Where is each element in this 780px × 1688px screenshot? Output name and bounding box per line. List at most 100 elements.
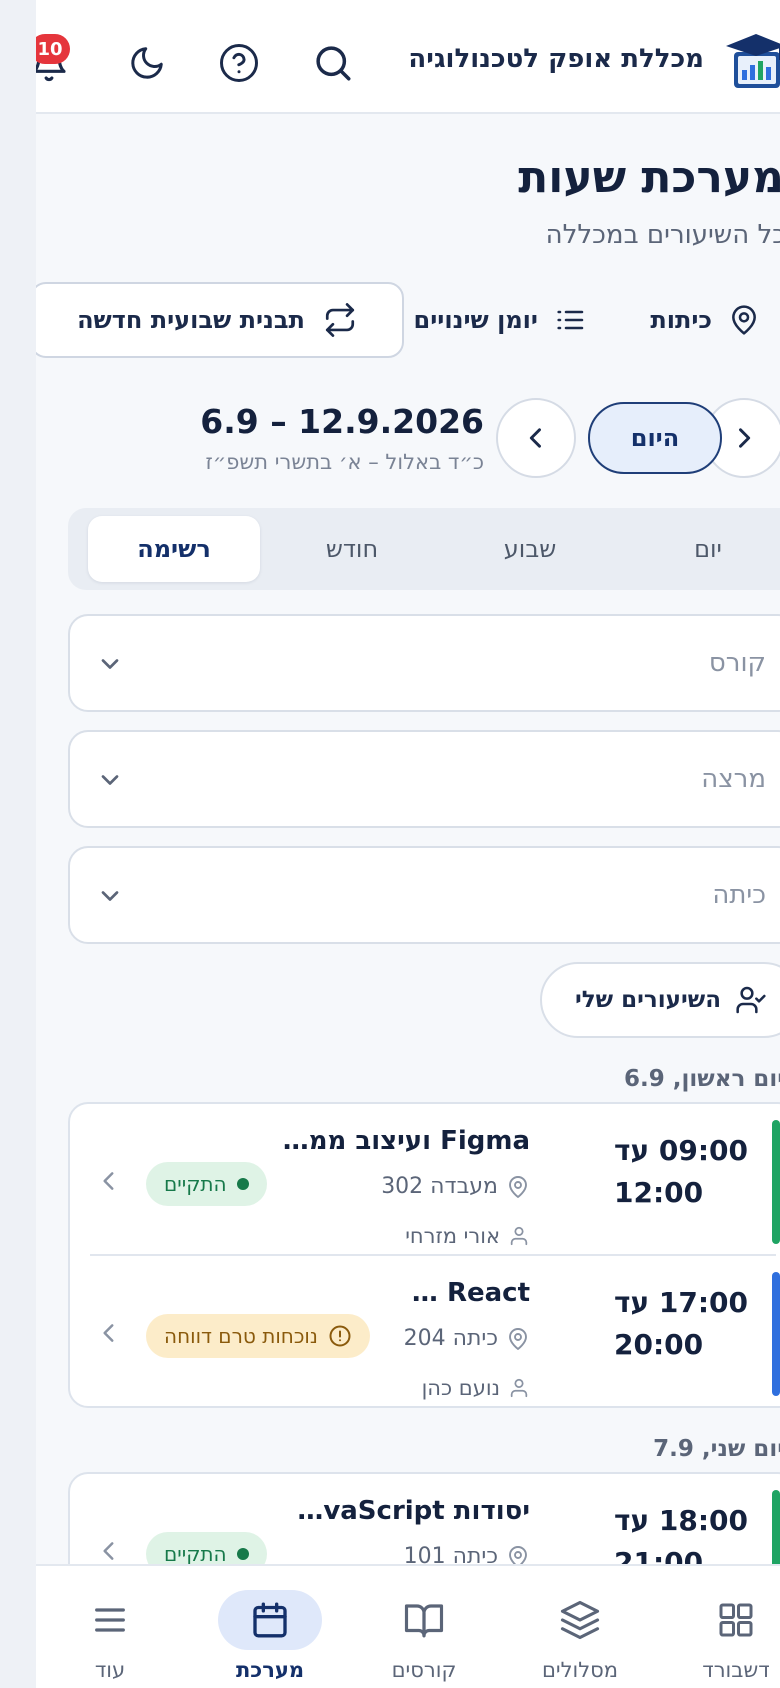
lesson-room: מעבדה 302 (381, 1174, 530, 1199)
next-week-button[interactable] (496, 398, 576, 478)
tab-week[interactable]: שבוע (444, 516, 616, 582)
help-icon (218, 42, 260, 84)
list-icon (554, 304, 586, 336)
left-gutter (0, 0, 36, 1688)
day-header: יום שני, 7.9 (653, 1436, 780, 1462)
lesson-title: יסודות vaScript… (297, 1496, 530, 1526)
nav-courses-label: קורסים (391, 1658, 457, 1682)
nav-more[interactable]: עוד (40, 1566, 180, 1688)
today-button[interactable]: היום (588, 402, 722, 474)
user-icon (508, 1225, 530, 1247)
lesson-time: 09:00 עד 12:00 (614, 1130, 748, 1214)
layers-icon (528, 1590, 632, 1650)
status-color-bar (772, 1120, 780, 1244)
lesson-lecturer-label: אורי מזרחי (405, 1224, 500, 1248)
college-logo[interactable] (724, 30, 780, 94)
rooms-label: כיתות (650, 306, 712, 334)
my-lessons-label: השיעורים שלי (575, 987, 721, 1013)
search-icon (312, 42, 354, 84)
lesson-row[interactable]: 17:00 עד 20:00 React … כיתה 204 נועם כהן (70, 1256, 780, 1406)
search-button[interactable] (306, 36, 360, 90)
lesson-row[interactable]: 09:00 עד 12:00 Figma ועיצוב ממ… מעבדה 30… (70, 1104, 780, 1254)
menu-icon (58, 1590, 162, 1650)
chevron-left-icon (96, 1538, 122, 1564)
notification-count-badge: 10 (36, 34, 70, 64)
lesson-end-time: 12:00 (614, 1176, 704, 1209)
lesson-start-time: 18:00 עד (614, 1504, 748, 1537)
rooms-link[interactable]: כיתות (650, 290, 760, 350)
brand-name: מכללת אופק לטכנולוגיה (408, 44, 704, 74)
calendar-icon (218, 1590, 322, 1650)
view-switcher: יום שבוע חודש רשימה (68, 508, 780, 590)
location-pin-icon (506, 1327, 530, 1351)
page-title: מערכת שעות (518, 152, 780, 203)
course-filter-placeholder: קורס (708, 648, 766, 678)
status-badge-label: התקיים (164, 1172, 227, 1196)
changelog-label: יומן שינויים (413, 306, 539, 334)
chevron-down-icon (96, 882, 124, 910)
user-check-icon (735, 984, 767, 1016)
app-screen: 10 מכללת אופק לטכנולוגיה מערכת שעות כל ה… (36, 0, 780, 1688)
hebrew-date-range: כ״ד באלול – א׳ בתשרי תשפ״ז (205, 450, 485, 474)
lesson-title: Figma ועיצוב ממ… (282, 1126, 530, 1156)
bottom-navigation: עוד מערכת קורסים מסלולים דשבורד (36, 1564, 780, 1688)
nav-tracks-label: מסלולים (541, 1658, 619, 1682)
lesson-time: 17:00 עד 20:00 (614, 1282, 748, 1366)
nav-dashboard-label: דשבורד (702, 1658, 770, 1682)
lesson-start-time: 17:00 עד (614, 1286, 748, 1319)
chevron-down-icon (96, 766, 124, 794)
room-filter-select[interactable]: כיתה (68, 846, 780, 944)
my-lessons-toggle[interactable]: השיעורים שלי (540, 962, 780, 1038)
room-filter-placeholder: כיתה (712, 880, 766, 910)
dashboard-grid-icon (684, 1590, 780, 1650)
top-header: 10 מכללת אופק לטכנולוגיה (36, 0, 780, 114)
lesson-lecturer: אורי מזרחי (405, 1224, 530, 1248)
nav-schedule-label: מערכת (235, 1658, 305, 1682)
lecturer-filter-placeholder: מרצה (701, 764, 766, 794)
course-filter-select[interactable]: קורס (68, 614, 780, 712)
lecturer-filter-select[interactable]: מרצה (68, 730, 780, 828)
page-subtitle: כל השיעורים במכללה (545, 220, 780, 250)
changelog-link[interactable]: יומן שינויים (414, 290, 587, 350)
chevron-down-icon (96, 650, 124, 678)
dark-mode-button[interactable] (120, 36, 174, 90)
book-open-icon (372, 1590, 476, 1650)
chevron-right-icon (730, 424, 758, 452)
nav-dashboard[interactable]: דשבורד (666, 1566, 780, 1688)
nav-courses[interactable]: קורסים (354, 1566, 494, 1688)
help-button[interactable] (212, 36, 266, 90)
dark-mode-moon-icon (128, 44, 166, 82)
lesson-start-time: 09:00 עד (614, 1134, 748, 1167)
location-pin-icon (506, 1175, 530, 1199)
lesson-lecturer-label: נועם כהן (421, 1376, 500, 1400)
lesson-room-label: כיתה 204 (403, 1326, 498, 1351)
status-badge: נוכחות טרם דווחה (146, 1314, 370, 1358)
day-header: יום ראשון, 6.9 (623, 1066, 780, 1092)
lesson-lecturer: נועם כהן (422, 1376, 530, 1400)
lesson-room: כיתה 204 (404, 1326, 530, 1351)
new-weekly-template-label: תבנית שבועית חדשה (77, 306, 305, 334)
status-dot-icon (236, 1178, 249, 1190)
date-range: 6.9 – 12.9.2026 (200, 402, 484, 441)
user-icon (508, 1377, 530, 1399)
alert-circle-icon (328, 1324, 352, 1348)
status-dot-icon (236, 1548, 249, 1560)
status-badge: התקיים (146, 1162, 267, 1206)
nav-schedule[interactable]: מערכת (200, 1566, 340, 1688)
status-badge-label: התקיים (164, 1542, 227, 1566)
day-lessons-card: 09:00 עד 12:00 Figma ועיצוב ממ… מעבדה 30… (68, 1102, 780, 1408)
tab-list[interactable]: רשימה (88, 516, 260, 582)
tab-day[interactable]: יום (622, 516, 780, 582)
nav-tracks[interactable]: מסלולים (510, 1566, 650, 1688)
chevron-left-icon (96, 1168, 122, 1194)
location-pin-icon (728, 304, 760, 336)
status-color-bar (772, 1272, 780, 1396)
lesson-end-time: 20:00 (614, 1328, 704, 1361)
chevron-left-icon (96, 1320, 122, 1346)
chevron-left-icon (522, 424, 550, 452)
tab-month[interactable]: חודש (266, 516, 438, 582)
repeat-icon (323, 303, 357, 337)
lesson-title: React … (411, 1278, 530, 1308)
new-weekly-template-button[interactable]: תבנית שבועית חדשה (36, 282, 404, 358)
lesson-room-label: מעבדה 302 (381, 1174, 498, 1199)
